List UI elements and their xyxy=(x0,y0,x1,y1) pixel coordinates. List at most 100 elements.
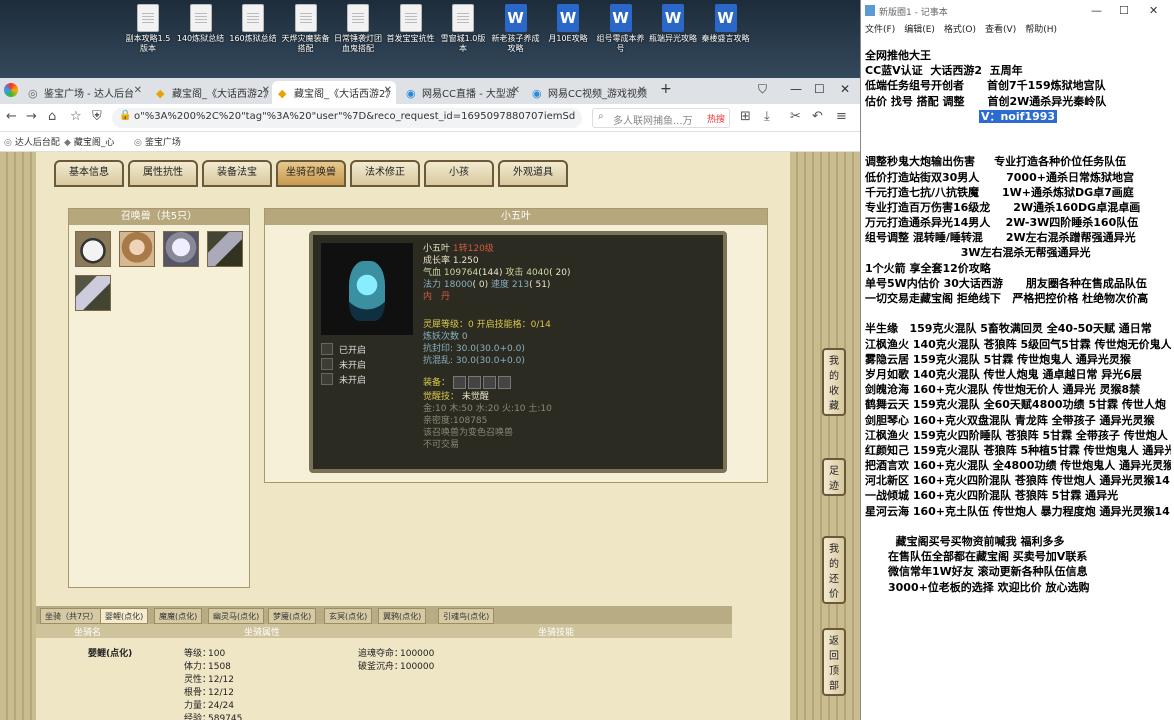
maximize-button[interactable]: ☐ xyxy=(814,82,825,96)
pet-thumb-dragon[interactable] xyxy=(207,231,243,267)
browser-tab[interactable]: ◆ 藏宝阁_《大话西游2》 ✕ xyxy=(150,81,274,104)
notepad-maximize-button[interactable]: ☐ xyxy=(1119,4,1129,17)
pet-thumb-white[interactable] xyxy=(163,231,199,267)
forward-button[interactable]: → xyxy=(26,109,37,124)
browser-tab[interactable]: ◎ 鉴宝广场 - 达人后台 ✕ xyxy=(22,81,146,104)
mount-tab[interactable]: 翼鸦(点化) xyxy=(378,608,427,624)
notepad-menu-item[interactable]: 查看(V) xyxy=(985,25,1016,35)
desktop-icon-label: 新老孩子养成攻略 xyxy=(491,34,540,53)
mount-tab[interactable]: 梦魇(点化) xyxy=(268,608,317,624)
desktop-icon[interactable]: 首发宝宝抗性 xyxy=(385,4,437,44)
equip-slot-3[interactable] xyxy=(482,376,496,389)
bookmark-item[interactable]: ◆ 藏宝阁_心 xyxy=(64,135,114,148)
tab-close-icon[interactable]: ✕ xyxy=(638,85,646,96)
cc-icon: ◉ xyxy=(532,87,542,100)
notepad-menu-item[interactable]: 文件(F) xyxy=(865,25,895,35)
desktop-icon[interactable]: 日常锤袭灯团血鬼搭配 xyxy=(332,4,384,54)
game-tab[interactable]: 装备法宝 xyxy=(202,160,272,187)
browser-tab[interactable]: ◆ 藏宝阁_《大话西游2》 ✕ xyxy=(272,81,396,104)
notepad-highlight-line: V：noif1993 xyxy=(865,109,1171,124)
desktop-icon[interactable]: W 组号零成本养号 xyxy=(595,4,647,54)
back-button[interactable]: ← xyxy=(6,109,17,124)
mount-tab[interactable]: 玄冥(点化) xyxy=(324,608,373,624)
notepad-line xyxy=(865,306,1171,321)
bookmark-item[interactable]: ◎ 鉴宝广场 xyxy=(134,135,181,148)
menu-icon[interactable]: ≡ xyxy=(836,109,847,124)
notepad-text-area[interactable]: 全网推他大王 CC蓝V认证 大话西游2 五周年 低端任务组号开创者 首创7千159炼… xyxy=(865,48,1171,595)
address-bar[interactable]: 🔒 o"%3A%200%2C%20"tag"%3A%20"user"%7D&re… xyxy=(112,108,582,128)
side-button[interactable]: 返回顶部 xyxy=(822,628,846,696)
equip-slot-1[interactable] xyxy=(452,376,466,389)
browser-tab[interactable]: ◉ 网易CC视频_游戏视频 ✕ xyxy=(526,81,650,104)
side-button-label: 返回顶部 xyxy=(829,636,839,692)
desktop-icon[interactable]: W 月10E攻略 xyxy=(542,4,594,44)
tab-close-icon[interactable]: ✕ xyxy=(384,85,392,96)
bookmark-star-icon[interactable]: ☆ xyxy=(70,109,82,124)
desktop-icon[interactable]: 副本攻略1.5版本 xyxy=(122,4,174,54)
tab-close-icon[interactable]: ✕ xyxy=(262,85,270,96)
scissors-icon[interactable]: ✂ xyxy=(790,109,801,124)
minimize-button[interactable]: — xyxy=(790,82,802,96)
mount-tab[interactable]: 幽灵马(点化) xyxy=(208,608,265,624)
pet-thumb-bird[interactable] xyxy=(75,275,111,311)
browser-tab[interactable]: ◉ 网易CC直播 - 大型游 ✕ xyxy=(400,81,524,104)
home-icon[interactable]: ⌂ xyxy=(48,109,56,124)
mount-tab[interactable]: 婴鲤(点化) xyxy=(100,608,149,624)
desktop-icon[interactable]: 天烨灾魔装备搭配 xyxy=(280,4,332,54)
shield-icon[interactable]: ⛨ xyxy=(92,109,102,124)
notepad-minimize-button[interactable]: — xyxy=(1091,4,1102,17)
game-tab[interactable]: 坐骑召唤兽 xyxy=(276,160,346,187)
pet-thumb-girl[interactable] xyxy=(119,231,155,267)
side-button[interactable]: 足迹 xyxy=(822,458,846,496)
new-tab-button[interactable]: + xyxy=(660,81,672,97)
desktop-icon-label: 160炼狱总结 xyxy=(229,34,277,43)
notepad-menu-item[interactable]: 编辑(E) xyxy=(904,25,935,35)
desktop-icon[interactable]: 160炼狱总结 xyxy=(227,4,279,44)
navigation-bar: ← → ⌂ ☆ ⛨ 🔒 o"%3A%200%2C%20"tag"%3A%20"u… xyxy=(0,104,860,132)
game-tab[interactable]: 法术修正 xyxy=(350,160,420,187)
mount-stat-value: 589745 xyxy=(208,714,243,720)
desktop-icon[interactable]: W 瓶端异光攻略 xyxy=(647,4,699,44)
mount-tab[interactable]: 引魂鸟(点化) xyxy=(438,608,495,624)
game-tab[interactable]: 外观道具 xyxy=(498,160,568,187)
tab-close-icon[interactable]: ✕ xyxy=(512,85,520,96)
mount-skill-value: 100000 xyxy=(400,649,435,659)
bookmark-item[interactable]: ◎ 达人后台配 xyxy=(4,135,60,148)
notepad-menu-item[interactable]: 帮助(H) xyxy=(1025,25,1057,35)
browser-tab-bar: ◎ 鉴宝广场 - 达人后台 ✕ ◆ 藏宝阁_《大话西游2》 ✕ ◆ 藏宝阁_《大话西游2》 ✕ ◉… xyxy=(0,78,860,104)
tab-close-icon[interactable]: ✕ xyxy=(134,85,142,96)
side-button[interactable]: 我的还价 xyxy=(822,536,846,604)
skill-slot-1[interactable] xyxy=(321,343,333,355)
side-button[interactable]: 我的收藏 xyxy=(822,348,846,416)
col-mount-attr: 坐骑属性 xyxy=(244,628,281,638)
desktop-icon[interactable]: W 新老孩子养成攻略 xyxy=(490,4,542,54)
mount-skill: 追魂夺命：100000 xyxy=(358,646,434,659)
notepad-close-button[interactable]: ✕ xyxy=(1149,4,1158,17)
download-icon[interactable]: ⤓ xyxy=(764,109,770,124)
skill-slot-3[interactable] xyxy=(321,373,333,385)
browser-tab-label: 网易CC直播 - 大型游 xyxy=(422,89,516,100)
mount-tab[interactable]: 坐骑（共7只） xyxy=(40,608,104,624)
mount-tab[interactable]: 魔魔(点化) xyxy=(154,608,203,624)
equip-slot-2[interactable] xyxy=(467,376,481,389)
notepad-line: 一战倾城 160+克火四阶混队 苍狼阵 5甘霖 通异光 xyxy=(865,489,1119,503)
equip-slot-4[interactable] xyxy=(497,376,511,389)
document-icon xyxy=(189,4,212,32)
grid-icon[interactable]: ⊞ xyxy=(740,109,751,124)
desktop-icon[interactable]: 140炼狱总结 xyxy=(175,4,227,44)
desktop-icon[interactable]: 雪窗城1.0版本 xyxy=(437,4,489,54)
notepad-menu-item[interactable]: 格式(O) xyxy=(944,25,976,35)
skill-slot-2[interactable] xyxy=(321,358,333,370)
desktop-icon[interactable]: W 秦楼盛言攻略 xyxy=(700,4,752,44)
game-tab[interactable]: 属性抗性 xyxy=(128,160,198,187)
pet-thumb-panda[interactable] xyxy=(75,231,111,267)
close-window-button[interactable]: ✕ xyxy=(840,82,850,96)
mount-stat: 经验：589745 xyxy=(184,711,242,720)
undo-icon[interactable]: ↶ xyxy=(812,109,823,124)
game-tab[interactable]: 小孩 xyxy=(424,160,494,187)
hot-search-badge[interactable]: 热搜 xyxy=(707,112,725,125)
notepad-line: 微信常年1W好友 滚动更新各种队伍信息 xyxy=(865,565,1088,579)
game-tab[interactable]: 基本信息 xyxy=(54,160,124,187)
search-input[interactable]: ⌕ 多人联网捕鱼...万 热搜 xyxy=(592,108,730,128)
tab-search-icon[interactable]: ⛉ xyxy=(758,82,767,97)
